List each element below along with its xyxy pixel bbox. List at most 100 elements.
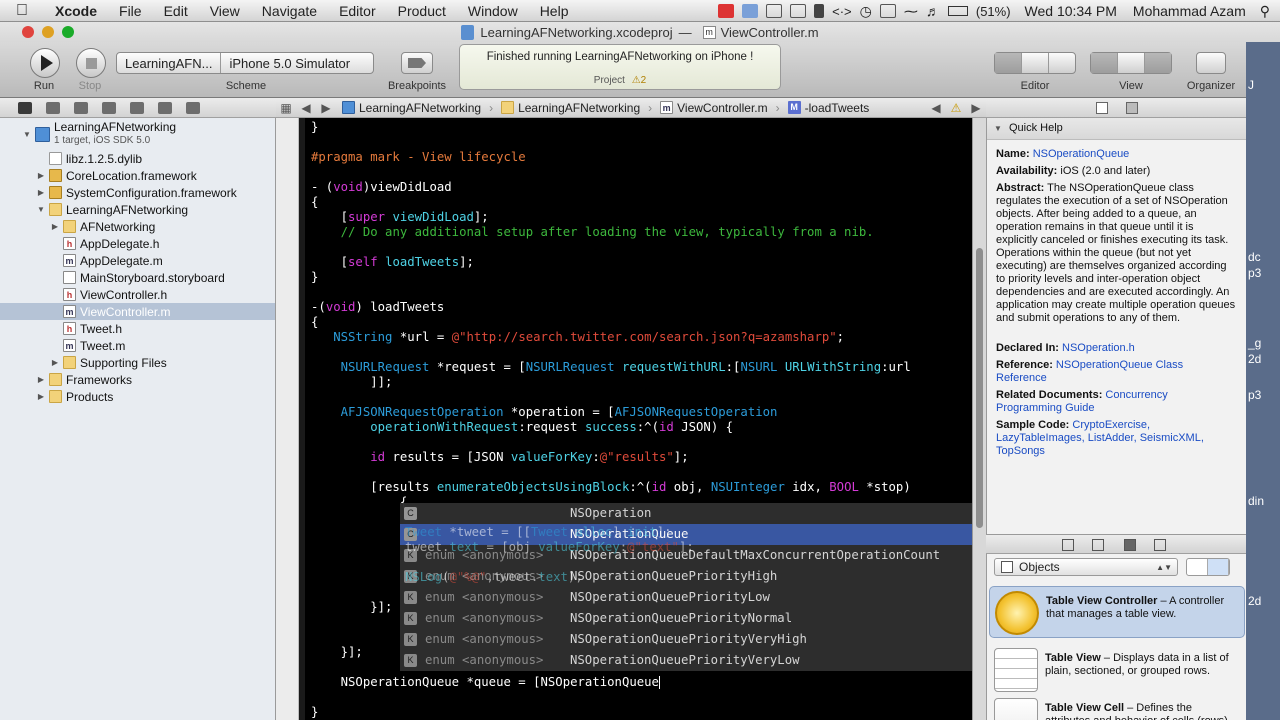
code-line[interactable]: // Do any additional setup after loading… bbox=[311, 225, 874, 240]
status-icon-red[interactable] bbox=[718, 4, 735, 18]
code-line[interactable]: { bbox=[311, 195, 318, 210]
quick-help-header[interactable]: ▼ Quick Help bbox=[987, 118, 1246, 140]
stop-button[interactable] bbox=[76, 48, 106, 78]
breakpoint-navigator-icon[interactable] bbox=[158, 101, 172, 114]
library-item[interactable]: Table View – Displays data in a list of … bbox=[989, 644, 1245, 696]
scroll-thumb[interactable] bbox=[976, 248, 983, 528]
volume-icon[interactable]: ♬ bbox=[926, 3, 940, 19]
navigator-item[interactable]: h AppDelegate.h bbox=[0, 235, 275, 252]
disclosure-triangle-icon[interactable]: ▶ bbox=[36, 392, 46, 401]
navigator-item[interactable]: h Tweet.h bbox=[0, 320, 275, 337]
toggle-debug-button[interactable] bbox=[1118, 53, 1145, 73]
completion-item[interactable]: Kenum <anonymous> NSOperationQueuePriorit… bbox=[400, 608, 972, 629]
version-editor-button[interactable] bbox=[1049, 53, 1075, 73]
menu-file[interactable]: File bbox=[108, 3, 153, 19]
completion-item[interactable]: Kenum <anonymous> NSOperationQueuePriorit… bbox=[400, 650, 972, 671]
scheme-selector[interactable]: LearningAFN... iPhone 5.0 Simulator bbox=[116, 52, 374, 74]
disclosure-triangle-icon[interactable]: ▶ bbox=[36, 188, 46, 197]
mail-icon[interactable] bbox=[790, 4, 807, 18]
issue-back-icon[interactable]: ◀ bbox=[926, 101, 946, 115]
disclosure-triangle-icon[interactable]: ▼ bbox=[36, 205, 46, 214]
menu-navigate[interactable]: Navigate bbox=[251, 3, 328, 19]
navigator-item[interactable]: ▶ Products bbox=[0, 388, 275, 405]
editor-scrollbar[interactable] bbox=[972, 118, 986, 720]
spotlight-icon[interactable]: ⚲ bbox=[1260, 3, 1270, 20]
file-inspector-icon[interactable] bbox=[1096, 102, 1108, 114]
zoom-window-button[interactable] bbox=[62, 26, 74, 38]
menu-product[interactable]: Product bbox=[387, 3, 457, 19]
warning-count[interactable]: ⚠2 bbox=[632, 75, 647, 86]
disclosure-triangle-icon[interactable]: ▼ bbox=[22, 130, 32, 139]
code-line[interactable]: NSURLRequest *request = [NSURLRequest re… bbox=[311, 360, 911, 375]
navigator-item[interactable]: MainStoryboard.storyboard bbox=[0, 269, 275, 286]
view-toggle-control[interactable] bbox=[1090, 52, 1172, 74]
quick-help-icon[interactable] bbox=[1126, 102, 1138, 114]
library-item[interactable]: Table View Cell – Defines the attributes… bbox=[989, 694, 1245, 720]
navigator-item[interactable]: ▶ Supporting Files bbox=[0, 354, 275, 371]
warning-icon[interactable]: ⚠ bbox=[946, 101, 966, 115]
disclosure-triangle-icon[interactable]: ▶ bbox=[36, 375, 46, 384]
navigator-item[interactable]: ▶ SystemConfiguration.framework bbox=[0, 184, 275, 201]
jump-crumb-group[interactable]: LearningAFNetworking bbox=[495, 101, 646, 115]
disclosure-triangle-icon[interactable]: ▶ bbox=[50, 358, 60, 367]
menu-help[interactable]: Help bbox=[529, 3, 580, 19]
log-navigator-icon[interactable] bbox=[186, 101, 200, 114]
activity-viewer[interactable]: Finished running LearningAFNetworking on… bbox=[459, 44, 781, 90]
navigator-item[interactable]: h ViewController.h bbox=[0, 286, 275, 303]
code-line[interactable]: } bbox=[311, 120, 318, 135]
navigator-item[interactable]: ▼ LearningAFNetworking 1 target, iOS SDK 5… bbox=[0, 120, 275, 148]
search-navigator-icon[interactable] bbox=[74, 101, 88, 114]
code-line[interactable]: [super viewDidLoad]; bbox=[311, 210, 489, 225]
navigator-item[interactable]: ▶ CoreLocation.framework bbox=[0, 167, 275, 184]
jump-crumb-file[interactable]: m ViewController.m bbox=[654, 101, 773, 115]
status-icon-blue[interactable] bbox=[742, 4, 759, 18]
scheme-target[interactable]: LearningAFN... bbox=[117, 56, 220, 71]
navigator-item[interactable]: ▶ Frameworks bbox=[0, 371, 275, 388]
completion-item[interactable]: Kenum <anonymous> NSOperationQueuePriorit… bbox=[400, 587, 972, 608]
code-line[interactable]: operationWithRequest:request success:^(i… bbox=[311, 420, 733, 435]
navigator-item[interactable]: m AppDelegate.m bbox=[0, 252, 275, 269]
navigator-item[interactable]: m Tweet.m bbox=[0, 337, 275, 354]
code-line[interactable]: NSOperationQueue *queue = [NSOperationQu… bbox=[311, 675, 660, 690]
code-line[interactable]: ]]; bbox=[311, 375, 392, 390]
menu-edit[interactable]: Edit bbox=[153, 3, 199, 19]
assistant-editor-button[interactable] bbox=[1022, 53, 1049, 73]
completion-item[interactable]: Kenum <anonymous> NSOperationQueuePriorit… bbox=[400, 629, 972, 650]
lock-icon[interactable] bbox=[814, 4, 825, 18]
navigator-item[interactable]: ▼ LearningAFNetworking bbox=[0, 201, 275, 218]
disclosure-triangle-icon[interactable]: ▶ bbox=[50, 222, 60, 231]
file-template-library-icon[interactable] bbox=[1062, 539, 1074, 551]
library-item[interactable]: Table View Controller – A controller tha… bbox=[989, 586, 1245, 638]
code-line[interactable]: [results enumerateObjectsUsingBlock:^(id… bbox=[311, 480, 911, 495]
menu-editor[interactable]: Editor bbox=[328, 3, 387, 19]
apple-menu-icon[interactable]:  bbox=[0, 2, 44, 20]
code-line[interactable]: -(void) loadTweets bbox=[311, 300, 444, 315]
code-snippet-library-icon[interactable] bbox=[1092, 539, 1104, 551]
menu-window[interactable]: Window bbox=[457, 3, 529, 19]
code-line[interactable]: }]; bbox=[311, 600, 392, 615]
toggle-utilities-button[interactable] bbox=[1145, 53, 1171, 73]
close-window-button[interactable] bbox=[22, 26, 34, 38]
menu-view[interactable]: View bbox=[199, 3, 251, 19]
navigator-item[interactable]: libz.1.2.5.dylib bbox=[0, 150, 275, 167]
qh-name-link[interactable]: NSOperationQueue bbox=[1033, 148, 1130, 160]
navigator-item[interactable]: m ViewController.m bbox=[0, 303, 275, 320]
code-line[interactable]: { bbox=[311, 315, 318, 330]
debug-navigator-icon[interactable] bbox=[130, 101, 144, 114]
code-line[interactable]: NSString *url = @"http://search.twitter.… bbox=[311, 330, 844, 345]
qh-declared-link[interactable]: NSOperation.h bbox=[1062, 342, 1135, 354]
code-line[interactable]: }]; bbox=[311, 645, 363, 660]
code-line[interactable]: } bbox=[311, 705, 318, 720]
back-button[interactable]: ◀ bbox=[296, 101, 316, 115]
code-line[interactable]: { bbox=[311, 495, 407, 510]
project-navigator-icon[interactable] bbox=[18, 101, 32, 114]
display-icon[interactable] bbox=[879, 4, 896, 18]
symbol-navigator-icon[interactable] bbox=[46, 101, 60, 114]
menu-xcode[interactable]: Xcode bbox=[44, 3, 108, 19]
library-filter-select[interactable]: Objects ▲▼ bbox=[994, 558, 1178, 576]
code-icon[interactable]: <·> bbox=[832, 4, 852, 19]
media-library-icon[interactable] bbox=[1154, 539, 1166, 551]
user-name[interactable]: Mohammad Azam bbox=[1133, 3, 1246, 19]
code-line[interactable]: } bbox=[311, 270, 318, 285]
navigator-item[interactable]: ▶ AFNetworking bbox=[0, 218, 275, 235]
